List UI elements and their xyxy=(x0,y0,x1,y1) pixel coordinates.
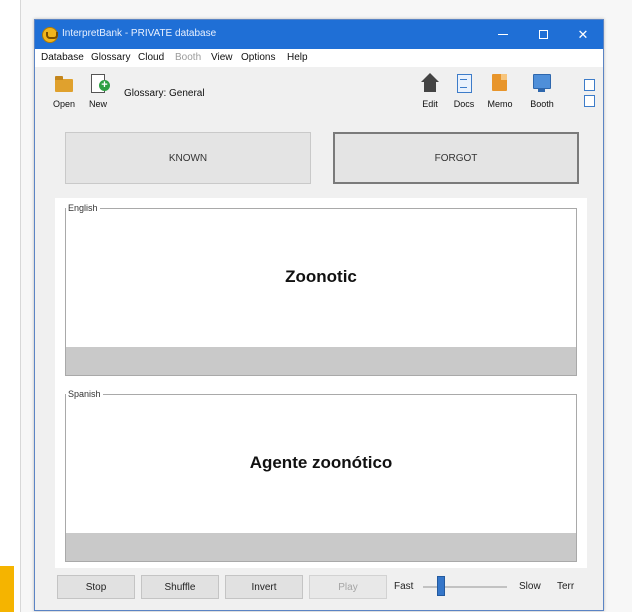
docs-button[interactable]: Docs xyxy=(447,73,481,117)
memo-icon xyxy=(490,73,510,93)
english-panel: English Zoonotic xyxy=(65,203,577,376)
menu-cloud[interactable]: Cloud xyxy=(138,52,164,63)
docs-icon xyxy=(454,73,474,93)
window-icon[interactable] xyxy=(584,95,595,107)
new-button[interactable]: New xyxy=(81,73,115,117)
edit-label: Edit xyxy=(422,99,438,109)
spanish-panel-footer xyxy=(66,533,576,561)
glossary-name: Glossary: General xyxy=(124,88,205,99)
menu-view[interactable]: View xyxy=(211,52,233,63)
play-button: Play xyxy=(309,575,387,599)
app-window: InterpretBank - PRIVATE database ✕ Datab… xyxy=(34,19,604,611)
maximize-icon xyxy=(538,30,548,39)
close-button[interactable]: ✕ xyxy=(563,20,603,49)
memo-button[interactable]: Memo xyxy=(483,73,517,117)
copy-icon[interactable] xyxy=(584,79,595,91)
menu-glossary[interactable]: Glossary xyxy=(91,52,130,63)
title-bar[interactable]: InterpretBank - PRIVATE database ✕ xyxy=(35,20,603,49)
new-label: New xyxy=(88,99,107,109)
open-button[interactable]: Open xyxy=(47,73,81,117)
booth-button[interactable]: Booth xyxy=(525,73,559,117)
booth-label: Booth xyxy=(530,99,554,109)
forgot-button[interactable]: FORGOT xyxy=(333,132,579,184)
accent-strip xyxy=(0,566,14,612)
minimize-icon xyxy=(498,34,508,35)
edit-button[interactable]: Edit xyxy=(413,73,447,117)
memo-label: Memo xyxy=(487,99,513,109)
speed-slow-label: Slow xyxy=(519,581,541,592)
close-icon: ✕ xyxy=(577,26,589,42)
shuffle-button[interactable]: Shuffle xyxy=(141,575,219,599)
booth-monitor-icon xyxy=(532,73,552,93)
target-term: Agente zoonótico xyxy=(249,453,393,472)
speed-slider-track[interactable] xyxy=(423,586,507,588)
menu-database[interactable]: Database xyxy=(41,52,84,63)
docs-label: Docs xyxy=(453,99,475,109)
invert-button[interactable]: Invert xyxy=(225,575,303,599)
spanish-panel: Spanish Agente zoonótico xyxy=(65,389,577,562)
stop-button[interactable]: Stop xyxy=(57,575,135,599)
speed-fast-label: Fast xyxy=(394,581,414,592)
menu-booth[interactable]: Booth xyxy=(175,52,201,63)
menu-help[interactable]: Help xyxy=(287,52,308,63)
menu-bar: Database Glossary Cloud Booth View Optio… xyxy=(35,49,603,68)
speed-slider-thumb[interactable] xyxy=(436,576,445,596)
open-label: Open xyxy=(52,99,76,109)
new-document-icon xyxy=(88,73,110,93)
home-icon xyxy=(420,73,440,93)
term-label: Terr xyxy=(557,581,575,592)
flashcard-area: English Zoonotic Spanish Agente zoonótic… xyxy=(55,198,587,568)
english-panel-footer xyxy=(66,347,576,375)
folder-icon xyxy=(54,73,74,93)
menu-options[interactable]: Options xyxy=(241,52,275,63)
maximize-button[interactable] xyxy=(523,20,563,49)
minimize-button[interactable] xyxy=(483,20,523,49)
window-title: InterpretBank - PRIVATE database xyxy=(62,28,217,39)
toolbar: Open New Glossary: General Edit Docs Mem… xyxy=(35,67,603,119)
known-button[interactable]: KNOWN xyxy=(65,132,311,184)
app-logo-icon xyxy=(42,27,58,43)
source-term: Zoonotic xyxy=(285,267,357,286)
